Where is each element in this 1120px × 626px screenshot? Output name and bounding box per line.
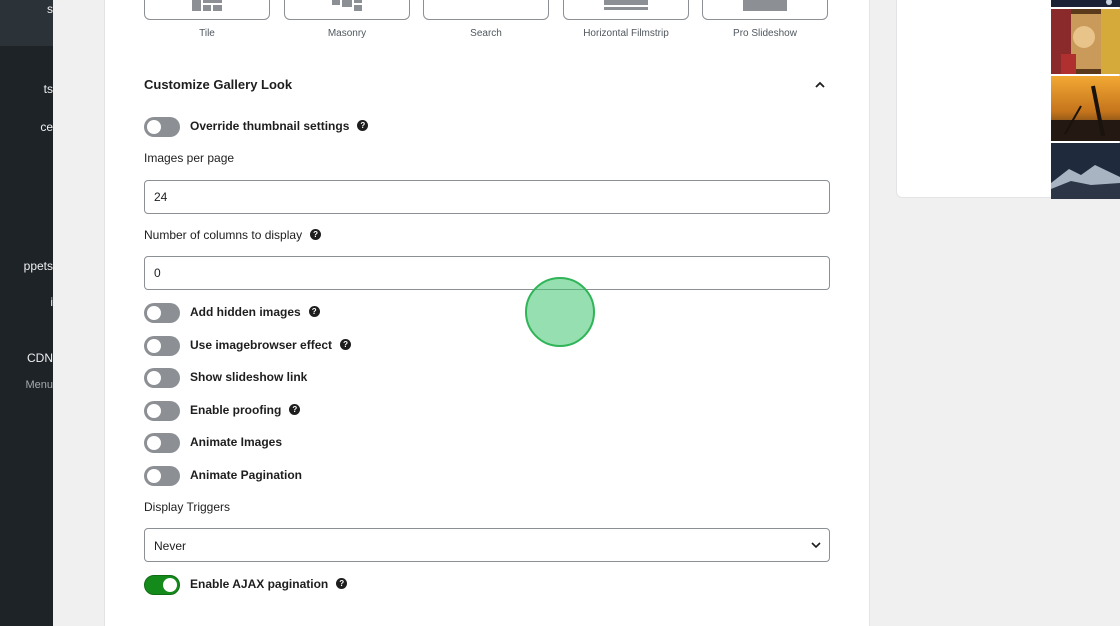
columns-label: Number of columns to display? bbox=[144, 228, 322, 242]
display-type-masonry-label: Masonry bbox=[327, 28, 367, 39]
thumbnail-image-1[interactable] bbox=[1051, 0, 1120, 7]
override-thumbnail-toggle[interactable] bbox=[144, 117, 180, 137]
sidebar-item-4[interactable]: ppets bbox=[24, 259, 53, 273]
help-icon[interactable]: ? bbox=[340, 339, 352, 351]
animate-images-toggle[interactable] bbox=[144, 433, 180, 453]
help-icon[interactable]: ? bbox=[357, 120, 369, 132]
display-type-filmstrip-card[interactable] bbox=[563, 0, 689, 20]
toggle-label: Override thumbnail settings? bbox=[190, 119, 369, 133]
slideshow-link-toggle[interactable] bbox=[144, 368, 180, 388]
chevron-up-icon[interactable] bbox=[814, 80, 826, 90]
toggle-label: Show slideshow link bbox=[190, 370, 308, 384]
display-type-slideshow-card[interactable] bbox=[702, 0, 828, 20]
add-hidden-images-toggle[interactable] bbox=[144, 303, 180, 323]
help-icon[interactable]: ? bbox=[336, 578, 348, 590]
tile-icon bbox=[192, 0, 222, 11]
ajax-pagination-toggle[interactable] bbox=[144, 575, 180, 595]
section-title[interactable]: Customize Gallery Look bbox=[144, 77, 292, 92]
display-triggers-label: Display Triggers bbox=[144, 500, 231, 514]
display-type-tile-label: Tile bbox=[199, 28, 215, 39]
display-type-slideshow-label: Pro Slideshow bbox=[733, 28, 797, 39]
filmstrip-icon bbox=[604, 0, 648, 10]
sidebar-item-cdn[interactable]: CDN bbox=[27, 351, 53, 365]
display-triggers-value: Never bbox=[154, 539, 187, 553]
columns-input[interactable] bbox=[144, 256, 830, 290]
display-type-search-label: Search bbox=[470, 28, 502, 39]
toggle-label: Animate Images bbox=[190, 435, 283, 449]
sidebar-collapse-menu[interactable]: Menu bbox=[25, 379, 53, 391]
toggle-label: Add hidden images? bbox=[190, 305, 320, 319]
enable-proofing-toggle[interactable] bbox=[144, 401, 180, 421]
display-type-masonry-card[interactable] bbox=[284, 0, 410, 20]
admin-sidebar: s ts ce ppets i CDN Menu bbox=[0, 0, 53, 626]
cursor-highlight bbox=[525, 277, 595, 347]
sidebar-item-1[interactable]: s bbox=[47, 2, 53, 16]
thumbnail-image-2[interactable] bbox=[1051, 9, 1120, 74]
display-type-search-card[interactable] bbox=[423, 0, 549, 20]
toggle-label: Animate Pagination bbox=[190, 468, 303, 482]
sidebar-item-5[interactable]: i bbox=[50, 295, 53, 309]
help-icon[interactable]: ? bbox=[308, 306, 320, 318]
sidebar-item-3[interactable]: ce bbox=[40, 120, 53, 134]
toggle-label: Enable proofing? bbox=[190, 403, 301, 417]
thumbnail-image-3[interactable] bbox=[1051, 76, 1120, 141]
toggle-label: Enable AJAX pagination? bbox=[190, 577, 348, 591]
chevron-down-icon bbox=[811, 542, 821, 549]
toggle-label: Use imagebrowser effect? bbox=[190, 338, 352, 352]
images-per-page-label: Images per page bbox=[144, 151, 235, 165]
animate-pagination-toggle[interactable] bbox=[144, 466, 180, 486]
slideshow-icon bbox=[743, 0, 787, 11]
help-icon[interactable]: ? bbox=[310, 229, 322, 241]
images-per-page-input[interactable] bbox=[144, 180, 830, 214]
display-type-tile-card[interactable] bbox=[144, 0, 270, 20]
display-triggers-select[interactable]: Never bbox=[144, 528, 830, 562]
masonry-icon bbox=[332, 0, 362, 11]
search-layout-icon bbox=[471, 0, 501, 11]
sidebar-active-item[interactable] bbox=[0, 0, 53, 46]
display-type-filmstrip-label: Horizontal Filmstrip bbox=[583, 28, 669, 39]
help-icon[interactable]: ? bbox=[289, 404, 301, 416]
thumbnail-image-4[interactable] bbox=[1051, 143, 1120, 199]
imagebrowser-effect-toggle[interactable] bbox=[144, 336, 180, 356]
sidebar-item-2[interactable]: ts bbox=[44, 82, 53, 96]
